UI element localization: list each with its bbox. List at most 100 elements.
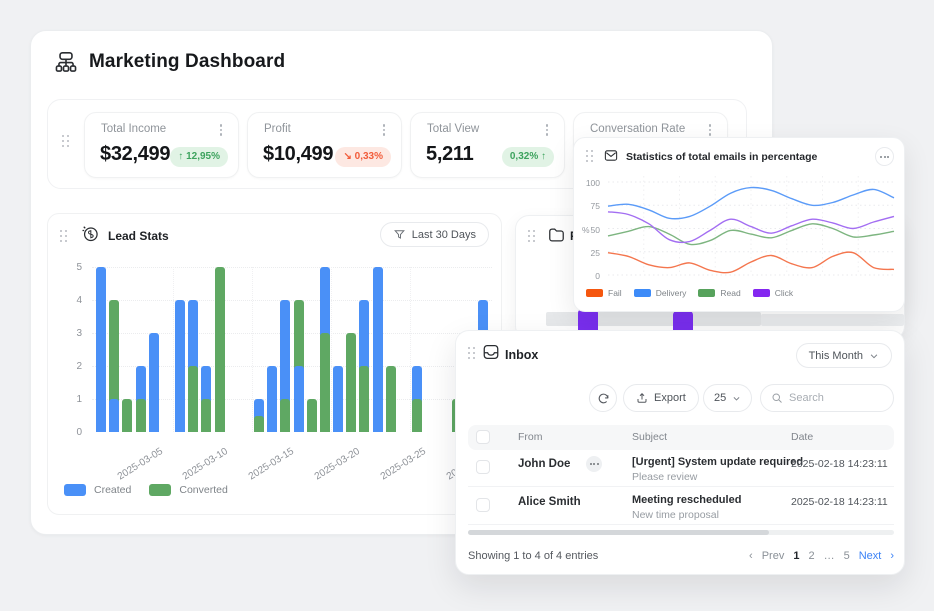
x-axis-tick-label: 2025-03-05 [115, 446, 164, 482]
legend-label: Fail [608, 288, 622, 298]
stat-card-total-income: Total Income$32,499↑ 12,95% [84, 112, 239, 178]
row-more-button[interactable] [586, 456, 602, 472]
pagination-item-5[interactable]: 5 [844, 550, 850, 562]
cell-subject-preview: Please review [632, 471, 697, 483]
gridline [92, 267, 492, 268]
chart-bar [333, 366, 343, 432]
chart-bar [359, 366, 369, 432]
x-axis-tick-label: 2025-03-20 [313, 446, 362, 482]
pagination-item-prev[interactable]: Prev [762, 550, 785, 562]
lead-stats-card: Lead Stats Last 30 Days 0123452025-03-05… [47, 213, 502, 515]
page-size-value: 25 [714, 392, 726, 404]
legend-item-converted: Converted [149, 484, 227, 496]
column-header-subject: Subject [632, 431, 667, 443]
kebab-menu-icon[interactable] [214, 122, 228, 138]
kebab-menu-icon[interactable] [540, 122, 554, 138]
month-filter-dropdown[interactable]: This Month [796, 343, 892, 368]
chart-bar [267, 366, 277, 432]
stat-label: Total Income [101, 123, 166, 135]
legend-swatch [634, 289, 651, 297]
email-stats-legend: FailDeliveryReadClick [586, 288, 793, 298]
page: { "header": { "title": "Marketing Dashbo… [0, 0, 934, 611]
pagination-item-…: … [824, 550, 835, 562]
legend-swatch [149, 484, 171, 496]
cell-subject-preview: New time proposal [632, 509, 719, 521]
folders-drag-handle[interactable] [528, 230, 535, 242]
lead-stats-legend: CreatedConverted [64, 484, 228, 496]
horizontal-scrollbar[interactable] [468, 530, 894, 535]
kebab-menu-icon[interactable] [703, 122, 717, 138]
stat-label: Profit [264, 123, 291, 135]
cell-subject: Meeting rescheduled [632, 494, 741, 506]
inbox-title: Inbox [505, 348, 538, 362]
x-axis-tick-label: 2025-03-25 [379, 446, 428, 482]
column-header-date: Date [791, 431, 813, 443]
stat-value: $10,499 [263, 143, 333, 166]
stat-value: 5,211 [426, 143, 473, 166]
stats-drag-handle[interactable] [62, 135, 69, 147]
pagination-item-›[interactable]: › [890, 550, 894, 562]
inbox-drag-handle[interactable] [468, 347, 475, 359]
email-y-axis-tick: 0 [578, 271, 600, 281]
legend-swatch [64, 484, 86, 496]
chart-bar [109, 399, 119, 432]
stat-label: Conversation Rate [590, 123, 685, 135]
chart-bar [346, 333, 356, 432]
chart-bar [215, 267, 225, 432]
chart-bar [280, 399, 290, 432]
kebab-menu-icon[interactable] [377, 122, 391, 138]
line-series-fail [608, 252, 894, 273]
pagination-item-‹[interactable]: ‹ [749, 550, 753, 562]
y-axis-tick: 4 [62, 295, 82, 306]
month-filter-value: This Month [809, 350, 863, 362]
legend-swatch [586, 289, 603, 297]
page-size-dropdown[interactable]: 25 [703, 384, 752, 412]
chart-bar [373, 267, 383, 432]
table-row[interactable]: John Doe [Urgent] System update required P… [468, 449, 894, 487]
scrollbar-thumb[interactable] [468, 530, 769, 535]
cell-from: Alice Smith [518, 496, 581, 508]
refresh-button[interactable] [589, 384, 617, 412]
chart-bar [386, 366, 396, 432]
export-button[interactable]: Export [623, 384, 699, 412]
chart-bar [188, 366, 198, 432]
stat-card-profit: Profit$10,499↘ 0,33% [247, 112, 402, 178]
cell-from: John Doe [518, 458, 570, 470]
y-axis-tick: 1 [62, 394, 82, 405]
select-all-checkbox[interactable] [476, 430, 490, 444]
pagination-item-next[interactable]: Next [859, 550, 882, 562]
chart-bar [136, 399, 146, 432]
table-row[interactable]: Alice Smith Meeting rescheduled New time p… [468, 487, 894, 525]
y-axis-tick: 2 [62, 361, 82, 372]
gridline [92, 300, 492, 301]
legend-swatch [753, 289, 770, 297]
cell-subject: [Urgent] System update required [632, 456, 803, 468]
email-line-chart [574, 138, 906, 313]
x-axis-tick-label: 2025-03-15 [247, 446, 296, 482]
row-checkbox[interactable] [476, 498, 490, 512]
legend-swatch [698, 289, 715, 297]
legend-label: Click [775, 288, 793, 298]
email-y-axis-tick: 75 [578, 201, 600, 211]
search-input[interactable] [789, 392, 879, 404]
stat-card-total-view: Total View5,2110,32% ↑ [410, 112, 565, 178]
chart-bar [175, 300, 185, 432]
legend-item-delivery: Delivery [634, 288, 687, 298]
y-axis-tick: 5 [62, 262, 82, 273]
row-checkbox[interactable] [476, 460, 490, 474]
dashboard-header: Marketing Dashboard [53, 49, 285, 75]
chart-bar [96, 267, 106, 432]
search-box[interactable] [760, 384, 894, 412]
entries-summary: Showing 1 to 4 of 4 entries [468, 550, 598, 562]
pagination-item-2[interactable]: 2 [808, 550, 814, 562]
export-icon [636, 392, 648, 404]
chart-bar [320, 333, 330, 432]
chart-bar [294, 366, 304, 432]
chart-bar [254, 416, 264, 433]
chart-bar [307, 399, 317, 432]
chart-bar [201, 399, 211, 432]
email-y-axis-tick: 25 [578, 248, 600, 258]
sitemap-icon [53, 49, 79, 75]
email-stats-card: Statistics of total emails in percentage… [573, 137, 905, 312]
pagination-item-1[interactable]: 1 [793, 550, 799, 562]
